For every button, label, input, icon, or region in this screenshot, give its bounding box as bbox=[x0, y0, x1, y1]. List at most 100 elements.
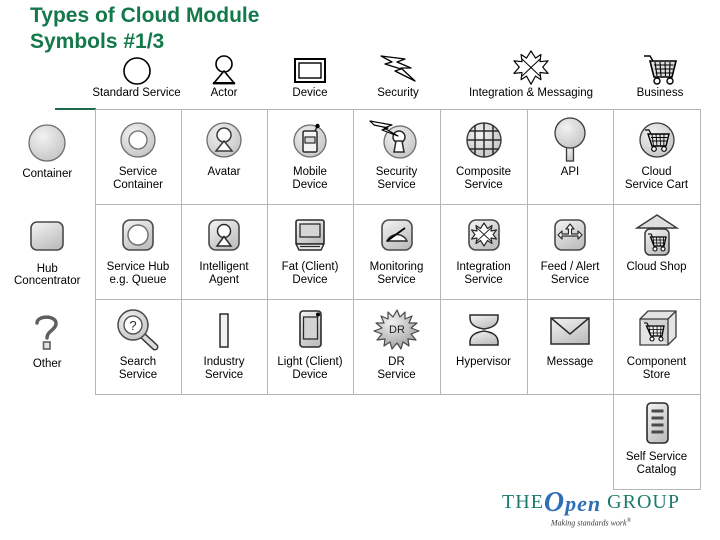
grid-sphere-icon bbox=[462, 114, 506, 166]
cell-label: Industry Service bbox=[203, 356, 245, 381]
catalog-list-icon bbox=[637, 399, 677, 451]
cell-cloud-service-cart[interactable]: Cloud Service Cart bbox=[612, 109, 701, 205]
cell-label: Avatar bbox=[207, 166, 241, 178]
question-mark-icon bbox=[27, 306, 67, 358]
cell-component-store[interactable]: Component Store bbox=[612, 299, 701, 395]
logo-tagline: Making standards work® bbox=[486, 518, 696, 528]
row-label-hub-concentrator: Hub Concentrator bbox=[0, 205, 95, 300]
tablet-device-icon bbox=[291, 304, 329, 356]
column-header-standard-service: Standard Service bbox=[74, 52, 199, 99]
logo-wordmark: THEOpen GROUP bbox=[486, 487, 696, 519]
burst-dr-icon: DR bbox=[371, 304, 423, 356]
feed-arrows-icon bbox=[548, 209, 592, 261]
cell-light-client-device[interactable]: Light (Client) Device bbox=[266, 299, 354, 395]
column-header-actor: Actor bbox=[189, 52, 259, 99]
table-row: Self Service Catalog bbox=[0, 394, 701, 490]
filled-circle-icon bbox=[25, 116, 69, 168]
avatar-circle-icon bbox=[202, 114, 246, 166]
cell-monitoring-service[interactable]: Monitoring Service bbox=[352, 204, 441, 300]
cell-label: Service Hub e.g. Queue bbox=[106, 261, 170, 286]
cell-integration-service[interactable]: Integration Service bbox=[439, 204, 528, 300]
cell-self-service-catalog[interactable]: Self Service Catalog bbox=[612, 394, 701, 490]
desktop-computer-icon bbox=[288, 209, 332, 261]
shopping-cart-icon bbox=[622, 52, 698, 86]
mobile-device-circle-icon bbox=[288, 114, 332, 166]
burst-icon-text: DR bbox=[389, 324, 405, 336]
cell-label: Cloud Shop bbox=[626, 261, 687, 273]
column-header-integration-messaging: Integration & Messaging bbox=[443, 50, 619, 99]
empty-cell bbox=[527, 395, 613, 490]
empty-cell bbox=[353, 395, 440, 490]
cell-cloud-shop[interactable]: Cloud Shop bbox=[612, 204, 701, 300]
empty-cell bbox=[0, 395, 95, 490]
rounded-square-icon bbox=[25, 211, 69, 263]
cell-hypervisor[interactable]: Hypervisor bbox=[439, 299, 528, 395]
cell-fat-client-device[interactable]: Fat (Client) Device bbox=[266, 204, 354, 300]
cell-label: Cloud Service Cart bbox=[624, 166, 689, 191]
cell-service-hub[interactable]: Service Hub e.g. Queue bbox=[94, 204, 182, 300]
cell-mobile-device[interactable]: Mobile Device bbox=[266, 109, 354, 205]
cell-industry-service[interactable]: Industry Service bbox=[180, 299, 268, 395]
gauge-icon bbox=[375, 209, 419, 261]
cell-message[interactable]: Message bbox=[526, 299, 614, 395]
column-header-label: Integration & Messaging bbox=[468, 87, 594, 99]
column-header-label: Security bbox=[377, 87, 419, 99]
keyhole-bolt-circle-icon bbox=[368, 114, 426, 166]
column-header-label: Business bbox=[636, 87, 684, 99]
cell-label: Integration Service bbox=[456, 261, 511, 286]
shop-cart-roof-icon bbox=[633, 209, 681, 261]
page-title: Types of Cloud Module Symbols #1/3 bbox=[30, 3, 450, 55]
row-label-text: Other bbox=[32, 357, 62, 370]
hourglass-hypervisor-icon bbox=[461, 304, 507, 356]
column-header-row: Standard Service Actor Device Security I… bbox=[0, 50, 720, 108]
cell-intelligent-agent[interactable]: Intelligent Agent bbox=[180, 204, 268, 300]
column-header-label: Actor bbox=[210, 87, 238, 99]
column-header-business: Business bbox=[622, 52, 698, 99]
rounded-square-circle-icon bbox=[116, 209, 160, 261]
cell-feed-alert-service[interactable]: Feed / Alert Service bbox=[526, 204, 614, 300]
envelope-icon bbox=[546, 304, 594, 356]
column-header-device: Device bbox=[270, 52, 350, 99]
cell-label: Feed / Alert Service bbox=[540, 261, 600, 286]
cell-label: Mobile Device bbox=[292, 166, 328, 191]
logo-pen: pen bbox=[565, 491, 602, 516]
table-row: Other ? Search Service Industry Service … bbox=[0, 299, 701, 395]
eight-point-star-icon bbox=[443, 50, 619, 86]
cell-search-service[interactable]: ? Search Service bbox=[94, 299, 182, 395]
donut-circle-icon bbox=[116, 114, 160, 166]
lollipop-api-icon bbox=[548, 114, 592, 166]
circle-outline-icon bbox=[74, 52, 199, 86]
table-row: Hub Concentrator Service Hub e.g. Queue bbox=[0, 204, 701, 300]
cell-label: API bbox=[560, 166, 580, 178]
cell-label: Hypervisor bbox=[456, 356, 511, 368]
the-open-group-logo: THEOpen GROUP Making standards work® bbox=[486, 487, 696, 533]
row-label-other: Other bbox=[0, 300, 95, 395]
cell-label: Service Container bbox=[113, 166, 163, 191]
column-header-security: Security bbox=[356, 52, 440, 99]
cell-security-service[interactable]: Security Service bbox=[352, 109, 441, 205]
column-header-label: Standard Service bbox=[92, 87, 181, 99]
cell-composite-service[interactable]: Composite Service bbox=[439, 109, 528, 205]
rounded-square-avatar-icon bbox=[202, 209, 246, 261]
cell-label: Search Service bbox=[118, 356, 158, 381]
logo-group: GROUP bbox=[607, 491, 680, 513]
symbols-table: Container Service Container Avatar Mobil… bbox=[0, 109, 701, 490]
table-row: Container Service Container Avatar Mobil… bbox=[0, 109, 701, 205]
cube-cart-icon bbox=[633, 304, 681, 356]
page-title-line1: Types of Cloud Module bbox=[30, 4, 260, 27]
cell-service-container[interactable]: Service Container bbox=[94, 109, 182, 205]
magnifier-question-icon: ? bbox=[113, 304, 163, 356]
cell-label: Self Service Catalog bbox=[625, 451, 688, 476]
cell-label: Security Service bbox=[375, 166, 418, 191]
cell-dr-service[interactable]: DR DR Service bbox=[352, 299, 441, 395]
rounded-square-star-icon bbox=[462, 209, 506, 261]
svg-text:?: ? bbox=[129, 318, 136, 333]
cell-label: Message bbox=[546, 356, 594, 368]
logo-the: THE bbox=[502, 491, 544, 513]
vertical-bar-icon bbox=[209, 304, 239, 356]
cell-avatar[interactable]: Avatar bbox=[180, 109, 268, 205]
cell-label: Composite Service bbox=[456, 166, 511, 191]
cell-api[interactable]: API bbox=[526, 109, 614, 205]
cell-label: Light (Client) Device bbox=[277, 356, 343, 381]
row-label-text: Container bbox=[22, 167, 73, 180]
